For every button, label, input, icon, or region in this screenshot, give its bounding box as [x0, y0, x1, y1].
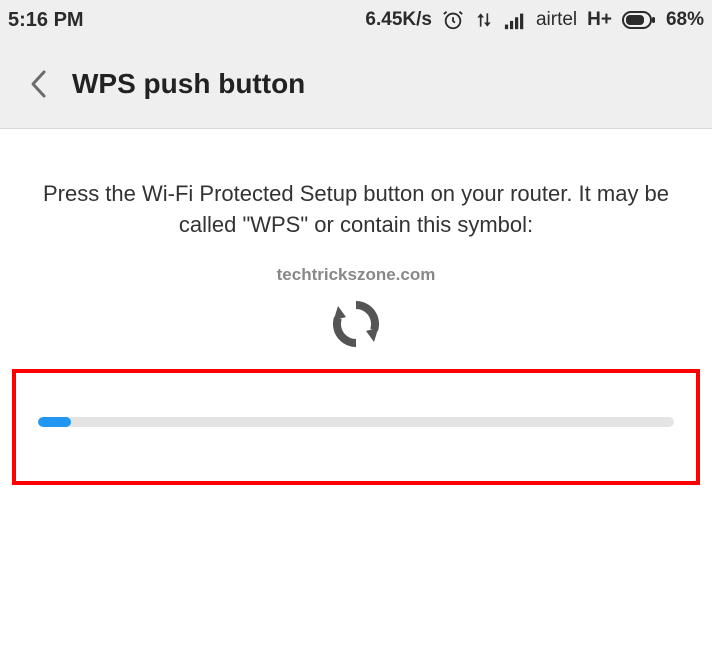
instruction-text: Press the Wi-Fi Protected Setup button o… — [40, 179, 672, 241]
wps-symbol-icon — [327, 295, 385, 353]
app-header: WPS push button — [0, 40, 712, 129]
data-speed: 6.45K/s — [365, 9, 432, 31]
watermark-text: techtrickszone.com — [40, 265, 672, 285]
progress-highlight — [12, 369, 700, 485]
battery-icon — [622, 11, 656, 29]
alarm-icon — [442, 9, 464, 31]
carrier-label: airtel — [536, 9, 577, 31]
back-button[interactable] — [18, 64, 58, 104]
progress-bar — [38, 417, 674, 427]
page-title: WPS push button — [72, 68, 305, 100]
data-transfer-icon — [474, 10, 494, 30]
main-content: Press the Wi-Fi Protected Setup button o… — [0, 129, 712, 353]
signal-icon — [504, 10, 526, 30]
progress-fill — [38, 417, 71, 427]
network-type: H+ — [587, 9, 612, 31]
status-time: 5:16 PM — [8, 9, 84, 32]
battery-percent: 68% — [666, 9, 704, 31]
status-bar: 5:16 PM 6.45K/s airtel H+ — [0, 0, 712, 40]
